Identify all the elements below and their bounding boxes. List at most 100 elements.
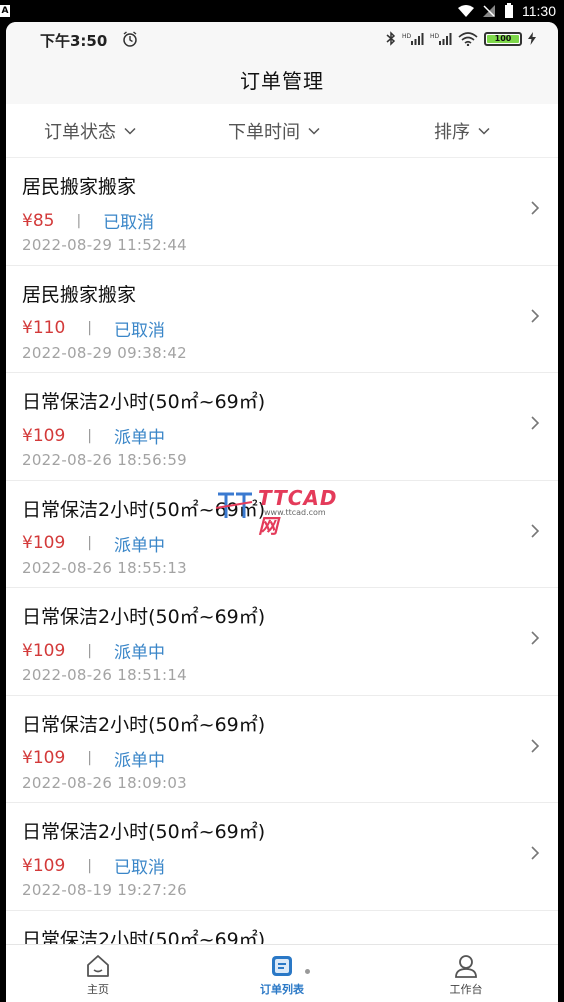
system-status-bar: A 11:30 bbox=[0, 0, 564, 22]
order-status: 派单中 bbox=[113, 428, 165, 448]
wifi-icon bbox=[458, 4, 474, 17]
order-name: 日常保洁2小时(50㎡~69㎡) bbox=[22, 498, 266, 521]
separator: | bbox=[87, 642, 92, 659]
order-name: 日常保洁2小时(50㎡~69㎡) bbox=[22, 713, 266, 736]
order-date: 2022-08-26 18:56:59 bbox=[22, 451, 188, 469]
tab-home[interactable]: 主页 bbox=[38, 945, 158, 1002]
order-date: 2022-08-26 18:09:03 bbox=[22, 773, 188, 792]
chevron-right-icon bbox=[531, 631, 540, 645]
chevron-down-icon bbox=[308, 127, 320, 135]
chevron-right-icon bbox=[531, 738, 540, 753]
order-item[interactable]: 居民搬家搬家 ¥110 | 已取消 2022-08-29 09:38:42 bbox=[6, 265, 558, 373]
order-status: 已取消 bbox=[103, 213, 155, 233]
bluetooth-icon bbox=[386, 31, 396, 46]
filter-order-status[interactable]: 订单状态 bbox=[44, 104, 136, 158]
order-name: 日常保洁2小时(50㎡~69㎡) bbox=[22, 821, 266, 843]
app-status-bar: 下午3:50 HD HD 100 bbox=[6, 22, 558, 58]
chevron-down-icon bbox=[478, 127, 490, 135]
order-list: 居民搬家搬家 ¥85 | 已取消 2022-08-29 11:52:44 居民搬… bbox=[6, 158, 558, 944]
order-item[interactable]: 日常保洁2小时(50㎡~69㎡) ¥109 | 派单中 2022-08-26 1… bbox=[6, 695, 558, 803]
order-meta: ¥109 | 派单中 bbox=[22, 746, 165, 771]
order-meta: ¥109 | 派单中 bbox=[22, 423, 165, 449]
filter-label: 排序 bbox=[434, 122, 470, 143]
page-title: 订单管理 bbox=[240, 69, 324, 93]
filter-label: 订单状态 bbox=[44, 122, 116, 143]
order-name: 居民搬家搬家 bbox=[22, 176, 137, 198]
wifi-icon bbox=[458, 31, 478, 46]
separator: | bbox=[76, 212, 82, 229]
filter-order-time[interactable]: 下单时间 bbox=[228, 104, 320, 158]
order-date: 2022-08-26 18:55:13 bbox=[22, 558, 188, 577]
app-status-icons: HD HD 100 bbox=[386, 31, 536, 46]
order-meta: ¥109 | 派单中 bbox=[22, 531, 165, 556]
order-meta: ¥110 | 已取消 bbox=[22, 316, 165, 341]
order-item-partial[interactable]: 日常保洁2小时(50㎡~69㎡) bbox=[6, 910, 558, 945]
separator: | bbox=[87, 427, 92, 444]
order-date: 2022-08-29 11:52:44 bbox=[22, 236, 188, 254]
bottom-tab-bar: 主页 订单列表 工作台 bbox=[6, 944, 558, 1002]
order-date: 2022-08-29 09:38:42 bbox=[22, 343, 188, 362]
order-status: 派单中 bbox=[113, 643, 165, 663]
order-status: 已取消 bbox=[113, 858, 165, 878]
order-name: 日常保洁2小时(50㎡~69㎡) bbox=[22, 606, 266, 628]
order-price: ¥109 bbox=[22, 855, 66, 876]
chevron-right-icon bbox=[531, 201, 540, 215]
svg-text:HD: HD bbox=[430, 33, 440, 40]
filter-bar: 订单状态 下单时间 排序 bbox=[6, 104, 558, 158]
order-name: 日常保洁2小时(50㎡~69㎡) bbox=[22, 391, 266, 413]
order-meta: ¥109 | 已取消 bbox=[22, 853, 165, 879]
order-item[interactable]: 居民搬家搬家 ¥85 | 已取消 2022-08-29 11:52:44 bbox=[6, 158, 558, 266]
separator: | bbox=[87, 750, 92, 766]
tab-order-list[interactable]: 订单列表 bbox=[222, 945, 342, 1002]
hd-signal-icon-2: HD bbox=[430, 32, 452, 45]
chevron-right-icon bbox=[531, 846, 540, 860]
separator: | bbox=[87, 320, 92, 336]
charging-icon bbox=[528, 32, 536, 45]
separator: | bbox=[87, 857, 92, 874]
order-status: 派单中 bbox=[113, 750, 165, 771]
filter-label: 下单时间 bbox=[228, 122, 300, 143]
hd-signal-icon: HD bbox=[402, 32, 424, 45]
status-time: 下午3:50 bbox=[40, 32, 108, 50]
order-price: ¥109 bbox=[22, 533, 66, 553]
filter-sort[interactable]: 排序 bbox=[434, 104, 490, 158]
home-icon bbox=[87, 955, 109, 977]
order-price: ¥110 bbox=[22, 318, 66, 338]
order-item[interactable]: 日常保洁2小时(50㎡~69㎡) ¥109 | 派单中 2022-08-26 1… bbox=[6, 373, 558, 481]
system-status-icons: 11:30 bbox=[458, 0, 556, 22]
svg-text:HD: HD bbox=[402, 33, 412, 40]
order-list-icon bbox=[272, 956, 292, 976]
chevron-down-icon bbox=[124, 127, 136, 135]
order-meta: ¥85 | 已取消 bbox=[22, 208, 155, 234]
order-price: ¥85 bbox=[22, 210, 55, 231]
separator: | bbox=[87, 535, 92, 551]
order-status: 已取消 bbox=[113, 320, 165, 341]
tab-label: 主页 bbox=[87, 983, 109, 996]
app-screen: 下午3:50 HD HD 100 订单管理 订单状态 下单时间 排序 居民搬家搬… bbox=[6, 22, 558, 1002]
battery-level: 100 bbox=[487, 34, 519, 43]
notification-badge: A bbox=[0, 5, 10, 17]
user-icon bbox=[455, 955, 477, 978]
order-name: 日常保洁2小时(50㎡~69㎡) bbox=[22, 928, 266, 945]
order-item[interactable]: 日常保洁2小时(50㎡~69㎡) ¥109 | 派单中 2022-08-26 1… bbox=[6, 480, 558, 588]
order-meta: ¥109 | 派单中 bbox=[22, 638, 165, 664]
battery-icon bbox=[505, 3, 513, 18]
order-price: ¥109 bbox=[22, 425, 66, 446]
order-status: 派单中 bbox=[113, 535, 165, 556]
chevron-right-icon bbox=[531, 308, 540, 323]
order-name: 居民搬家搬家 bbox=[22, 283, 137, 306]
tab-dot bbox=[305, 969, 310, 974]
alarm-icon bbox=[123, 31, 137, 47]
battery-indicator: 100 bbox=[484, 31, 522, 46]
order-date: 2022-08-26 18:51:14 bbox=[22, 666, 188, 684]
order-item[interactable]: 日常保洁2小时(50㎡~69㎡) ¥109 | 派单中 2022-08-26 1… bbox=[6, 588, 558, 696]
tab-label: 工作台 bbox=[449, 983, 483, 996]
order-price: ¥109 bbox=[22, 640, 66, 661]
order-item[interactable]: 日常保洁2小时(50㎡~69㎡) ¥109 | 已取消 2022-08-19 1… bbox=[6, 803, 558, 911]
chevron-right-icon bbox=[531, 416, 540, 430]
tab-workbench[interactable]: 工作台 bbox=[406, 945, 526, 1002]
signal-off-icon bbox=[483, 5, 495, 17]
chevron-right-icon bbox=[531, 523, 540, 538]
tab-label: 订单列表 bbox=[260, 983, 304, 996]
system-time: 11:30 bbox=[522, 3, 556, 19]
